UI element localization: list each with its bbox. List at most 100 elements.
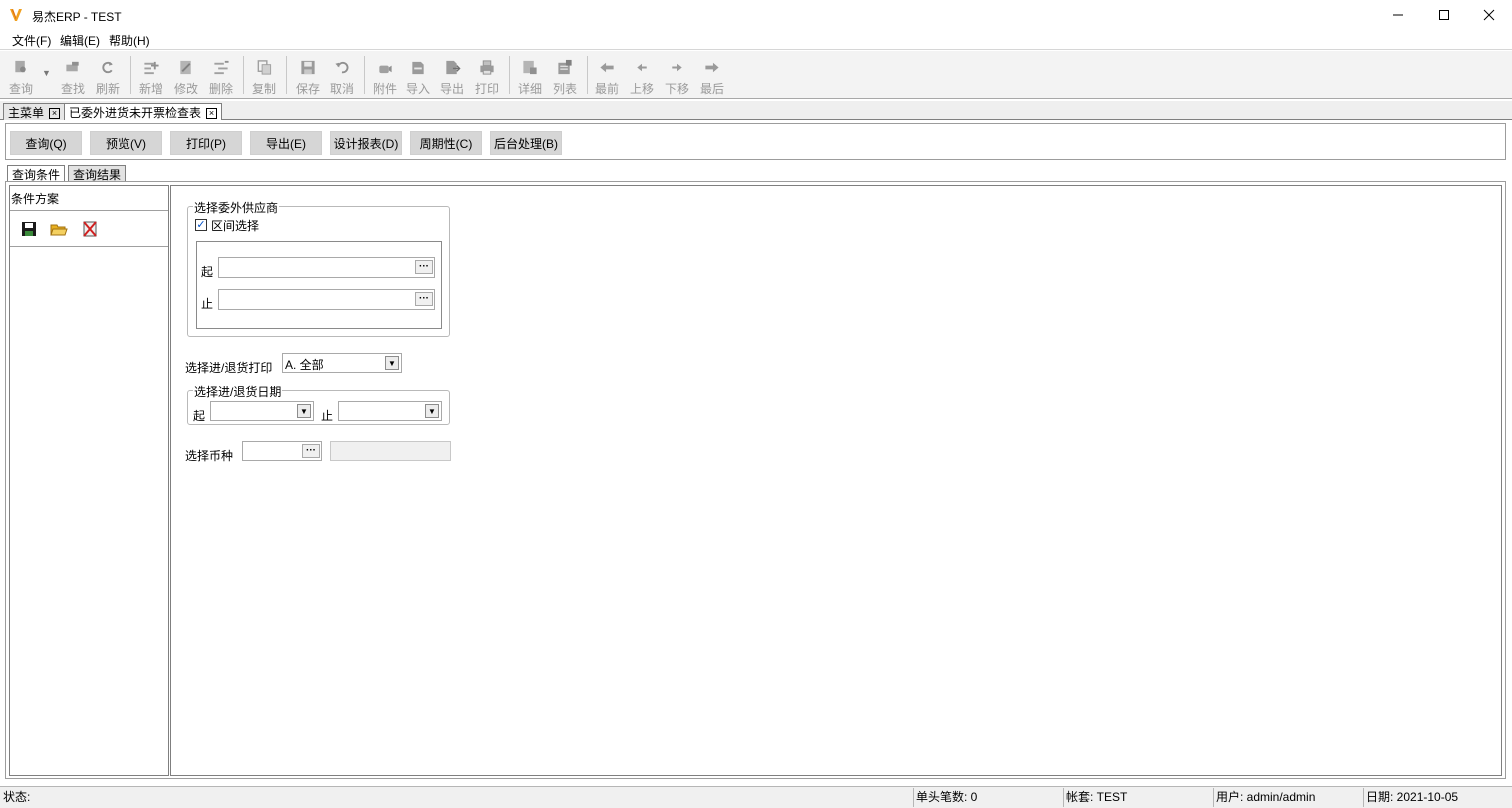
print-select[interactable]: A. 全部 ▼ xyxy=(282,353,402,373)
currency-label: 选择币种 xyxy=(185,449,234,463)
status-text: 状态: xyxy=(3,790,31,804)
menu-help[interactable]: 帮助(H) xyxy=(109,32,150,49)
add-icon xyxy=(144,61,159,75)
toolbar-label: 最后 xyxy=(699,82,724,96)
toolbar-add-button[interactable]: 新增 xyxy=(134,55,168,97)
close-icon xyxy=(1483,9,1495,21)
tab-query-results[interactable]: 查询结果 xyxy=(68,165,127,182)
open-folder-icon[interactable] xyxy=(50,220,68,238)
toolbar-label: 列表 xyxy=(552,82,577,96)
tab-main-menu[interactable]: 主菜单 × xyxy=(3,103,66,120)
print-button[interactable]: 打印(P) xyxy=(170,131,242,155)
toolbar-label: 导入 xyxy=(405,82,430,96)
copy-icon xyxy=(257,60,272,75)
window-title: 易杰ERP - TEST xyxy=(32,10,122,24)
toolbar-prev-button[interactable]: 上移 xyxy=(625,55,659,97)
find-icon xyxy=(66,61,79,72)
toolbar-detail-button[interactable]: 详细 xyxy=(513,55,547,97)
export-button[interactable]: 导出(E) xyxy=(250,131,322,155)
toolbar-list-button[interactable]: 列表 xyxy=(548,55,582,97)
save-icon xyxy=(301,60,315,75)
toolbar-print-button[interactable]: 打印 xyxy=(470,55,504,97)
prev-icon xyxy=(637,63,647,72)
detail-icon xyxy=(523,60,537,75)
range-select-checkbox[interactable]: ✓ xyxy=(195,219,207,231)
toolbar-edit-button[interactable]: 修改 xyxy=(169,55,203,97)
delete-icon xyxy=(214,60,229,75)
toolbar-label: 上移 xyxy=(629,82,654,96)
supplier-to-input[interactable] xyxy=(218,289,435,310)
currency-lookup-button[interactable]: ··· xyxy=(302,444,320,458)
toolbar-last-button[interactable]: 最后 xyxy=(695,55,729,97)
toolbar-label: 复制 xyxy=(251,82,276,96)
import-icon xyxy=(412,61,424,75)
toolbar-import-button[interactable]: 导入 xyxy=(401,55,435,97)
query-icon xyxy=(15,60,26,73)
menu-bar: 文件(F) 编辑(E) 帮助(H) xyxy=(0,30,1512,50)
list-icon xyxy=(558,59,572,75)
date-to-select[interactable]: ▼ xyxy=(338,401,442,421)
close-icon[interactable]: × xyxy=(206,108,218,119)
attachment-icon xyxy=(379,65,392,74)
save-scheme-icon[interactable] xyxy=(20,220,38,238)
toolbar-save-button[interactable]: 保存 xyxy=(291,55,325,97)
toolbar-label: 导出 xyxy=(439,82,464,96)
date-to-label: 止 xyxy=(321,409,334,423)
toolbar-find-button[interactable]: 查找 xyxy=(56,55,90,97)
print-icon xyxy=(480,60,494,75)
print-select-label: 选择进/退货打印 xyxy=(185,361,273,375)
background-process-button[interactable]: 后台处理(B) xyxy=(490,131,562,155)
toolbar-label: 修改 xyxy=(173,82,198,96)
delete-scheme-icon[interactable] xyxy=(81,220,99,238)
toolbar-label: 下移 xyxy=(664,82,689,96)
supplier-from-input[interactable] xyxy=(218,257,435,278)
supplier-to-lookup-button[interactable]: ··· xyxy=(415,292,433,306)
toolbar-first-button[interactable]: 最前 xyxy=(590,55,624,97)
tab-report[interactable]: 已委外进货未开票检查表 × xyxy=(64,103,223,120)
minimize-icon xyxy=(1393,14,1403,16)
toolbar-attachment-button[interactable]: 附件 xyxy=(368,55,402,97)
next-icon xyxy=(672,63,682,72)
toolbar-refresh-button[interactable]: 刷新 xyxy=(91,55,125,97)
last-icon xyxy=(705,62,719,73)
maximize-button[interactable] xyxy=(1421,0,1467,30)
toolbar-separator xyxy=(286,56,287,94)
preview-button[interactable]: 预览(V) xyxy=(90,131,162,155)
condition-scheme-panel: 条件方案 xyxy=(9,185,169,776)
toolbar-separator xyxy=(587,56,588,94)
chevron-down-icon[interactable]: ▼ xyxy=(42,68,51,78)
toolbar-delete-button[interactable]: 删除 xyxy=(204,55,238,97)
toolbar-export-button[interactable]: 导出 xyxy=(435,55,469,97)
supplier-from-lookup-button[interactable]: ··· xyxy=(415,260,433,274)
account-set: 帐套: TEST xyxy=(1063,788,1213,807)
tab-query-conditions[interactable]: 查询条件 xyxy=(7,165,66,182)
toolbar-query-button[interactable]: 查询 xyxy=(4,55,38,97)
divider xyxy=(10,246,168,247)
close-button[interactable] xyxy=(1466,0,1512,30)
chevron-down-icon[interactable]: ▼ xyxy=(425,404,439,418)
toolbar-next-button[interactable]: 下移 xyxy=(660,55,694,97)
date-from-select[interactable]: ▼ xyxy=(210,401,314,421)
design-report-button[interactable]: 设计报表(D) xyxy=(330,131,402,155)
toolbar-label: 删除 xyxy=(208,82,233,96)
query-button[interactable]: 查询(Q) xyxy=(10,131,82,155)
minimize-button[interactable] xyxy=(1375,0,1421,30)
menu-file[interactable]: 文件(F) xyxy=(12,32,51,49)
to-label: 止 xyxy=(201,297,214,311)
toolbar-cancel-button[interactable]: 取消 xyxy=(325,55,359,97)
document-tab-bar xyxy=(0,101,1512,120)
record-count: 单头笔数: 0 xyxy=(913,788,1063,807)
first-icon xyxy=(600,62,614,73)
chevron-down-icon[interactable]: ▼ xyxy=(385,356,399,370)
maximize-icon xyxy=(1439,10,1449,20)
divider xyxy=(10,210,168,211)
close-icon[interactable]: × xyxy=(49,108,61,119)
toolbar-label: 查找 xyxy=(60,82,85,96)
menu-edit[interactable]: 编辑(E) xyxy=(60,32,100,49)
toolbar-label: 查询 xyxy=(8,82,33,96)
logo-icon xyxy=(9,7,23,23)
toolbar-separator xyxy=(243,56,244,94)
periodic-button[interactable]: 周期性(C) xyxy=(410,131,482,155)
chevron-down-icon[interactable]: ▼ xyxy=(297,404,311,418)
toolbar-copy-button[interactable]: 复制 xyxy=(247,55,281,97)
